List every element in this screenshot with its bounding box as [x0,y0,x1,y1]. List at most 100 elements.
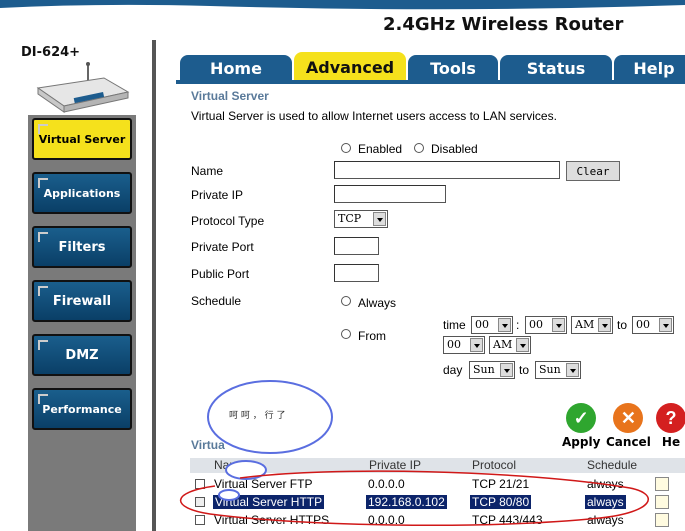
row-schedule: always [587,477,624,491]
start-day-select[interactable]: Sun [469,361,515,379]
end-minute-value: 00 [447,338,461,351]
from-radio[interactable] [341,329,351,339]
sidebar-item-performance[interactable]: Performance [32,388,132,430]
enabled-radio[interactable] [341,143,351,153]
chevron-down-icon [566,363,579,377]
chevron-down-icon [598,318,611,332]
sidebar-item-label: Firewall [52,293,112,309]
sidebar-notch [38,286,48,296]
table-row[interactable]: Virtual Server HTTP 192.168.0.102 TCP 80… [190,494,685,512]
sidebar-divider [152,40,156,531]
router-image [36,62,130,113]
tab-label: Home [210,59,262,78]
name-input[interactable] [334,161,560,179]
help-icon: ? [656,403,685,433]
header-swoosh [0,0,685,10]
row-name: Virtual Server HTTP [213,495,325,509]
always-radio[interactable] [341,296,351,306]
chevron-down-icon [500,363,513,377]
time-label: time [443,318,466,332]
end-ampm-select[interactable]: AM [489,336,531,354]
checkmark-icon: ✓ [566,403,597,433]
enabled-label: Enabled [358,142,403,156]
tab-label: Help [633,59,675,78]
help-button[interactable]: ? He [656,403,685,449]
chevron-down-icon [659,318,672,332]
start-day-value: Sun [473,363,495,376]
disabled-radio[interactable] [414,143,424,153]
public-port-input[interactable] [334,264,379,282]
start-minute-value: 00 [529,318,543,331]
sidebar-item-applications[interactable]: Applications [32,172,132,214]
sidebar-notch [38,340,48,350]
edit-icon[interactable] [655,477,669,491]
sidebar-notch [38,232,48,242]
row-protocol: TCP 21/21 [472,477,530,491]
bubble-text: 呵 呵 ， 行 了 [229,411,286,421]
protocol-select[interactable]: TCP [334,210,388,228]
tab-status[interactable]: Status [500,55,612,82]
start-minute-select[interactable]: 00 [525,316,567,334]
tab-tools[interactable]: Tools [408,55,498,82]
private-ip-label: Private IP [191,188,244,202]
sidebar-item-label: Performance [42,402,122,416]
edit-icon[interactable] [655,513,669,527]
row-schedule: always [587,513,624,527]
public-port-label: Public Port [191,267,250,281]
row-name: Virtual Server FTP [214,477,313,491]
row-protocol: TCP 443/443 [472,513,543,527]
apply-label: Apply [562,435,601,449]
column-header-protocol: Protocol [472,458,517,472]
start-ampm-value: AM [575,318,595,331]
router-title: 2.4GHz Wireless Router [383,14,624,35]
cancel-button[interactable]: ✕ Cancel [606,403,651,449]
sidebar-item-virtual-server[interactable]: Virtual Server [32,118,132,160]
start-hour-value: 00 [475,318,489,331]
cancel-label: Cancel [606,435,651,449]
to-label: to [617,318,628,332]
end-hour-value: 00 [636,318,650,331]
row-private-ip: 0.0.0.0 [368,513,405,527]
table-row[interactable]: Virtual Server FTP 0.0.0.0 TCP 21/21 alw… [190,476,685,494]
tab-underline [176,80,685,84]
end-ampm-value: AM [493,338,513,351]
clear-button[interactable]: Clear [566,161,620,181]
row-checkbox[interactable] [195,479,205,489]
list-title: Virtua [191,438,225,452]
end-day-select[interactable]: Sun [535,361,581,379]
tab-advanced[interactable]: Advanced [294,52,406,82]
sidebar-item-label: Virtual Server [38,132,126,146]
row-checkbox[interactable] [195,515,205,525]
private-port-input[interactable] [334,237,379,255]
private-ip-input[interactable] [334,185,446,203]
row-protocol: TCP 80/80 [470,495,532,509]
row-name: Virtual Server HTTPS [214,513,330,527]
protocol-value: TCP [338,212,362,225]
sidebar-item-filters[interactable]: Filters [32,226,132,268]
sidebar-item-label: DMZ [65,347,99,363]
chevron-down-icon [470,338,483,352]
section-title: Virtual Server [191,89,269,103]
chevron-down-icon [373,212,386,226]
start-ampm-select[interactable]: AM [571,316,613,334]
sidebar-item-dmz[interactable]: DMZ [32,334,132,376]
sidebar-item-label: Filters [58,239,106,255]
tab-label: Tools [430,59,476,78]
row-checkbox[interactable] [195,497,205,507]
chevron-down-icon [516,338,529,352]
end-minute-select[interactable]: 00 [443,336,485,354]
end-hour-select[interactable]: 00 [632,316,674,334]
protocol-label: Protocol Type [191,214,265,228]
help-label: He [661,435,681,449]
column-header-name: Nam [214,458,240,472]
table-row[interactable]: Virtual Server HTTPS 0.0.0.0 TCP 443/443… [190,512,685,530]
tab-label: Status [526,59,586,78]
chevron-down-icon [552,318,565,332]
sidebar-item-firewall[interactable]: Firewall [32,280,132,322]
apply-button[interactable]: ✓ Apply [562,403,600,449]
tab-home[interactable]: Home [180,55,292,82]
start-hour-select[interactable]: 00 [471,316,513,334]
tab-help[interactable]: Help [614,55,685,82]
colon-separator: : [516,318,520,332]
edit-icon[interactable] [655,495,669,509]
